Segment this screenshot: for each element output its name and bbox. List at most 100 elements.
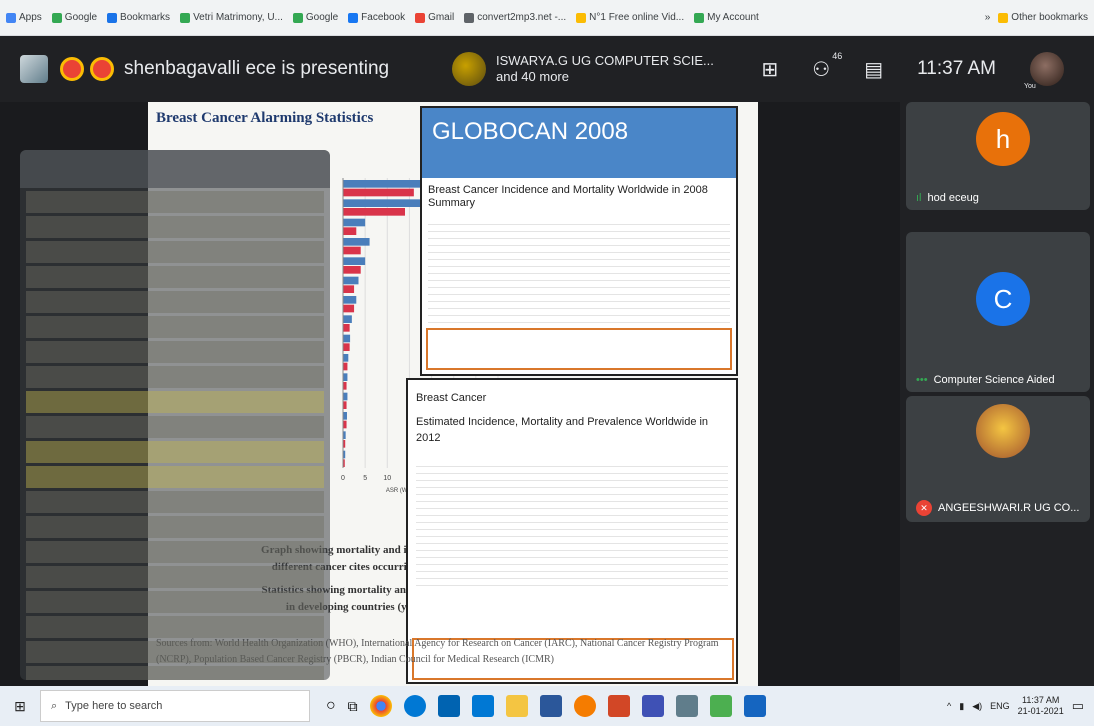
table-row [416, 488, 728, 495]
overlay-row [26, 616, 324, 638]
participant-avatar: h [976, 112, 1030, 166]
table-row [428, 267, 730, 274]
table-row [416, 467, 728, 474]
bookmark-convert2mp3[interactable]: convert2mp3.net -... [464, 12, 566, 23]
participant-name: Computer Science Aided [933, 374, 1055, 386]
bar-incidence [343, 412, 347, 420]
presenter-chip[interactable]: ISWARYA.G UG COMPUTER SCIE... and 40 mor… [452, 52, 714, 86]
overlay-row [26, 666, 324, 680]
bar-incidence [343, 238, 370, 246]
c12-rows [416, 460, 728, 586]
bar-mortality [343, 343, 350, 351]
overlay-row [26, 266, 324, 288]
table-row [416, 516, 728, 523]
windows-taskbar: ⊞ ⌕ Type here to search ○ ⧉ ^ ▮ ◀) ENG 1… [0, 686, 1094, 726]
word-icon[interactable] [539, 695, 562, 717]
bookmark-gmail[interactable]: Gmail [415, 12, 454, 23]
google-icon [180, 12, 191, 23]
chrome-icon[interactable] [369, 695, 392, 717]
participant-tile[interactable]: h ıl hod eceug [906, 102, 1090, 210]
overlay-row [26, 641, 324, 663]
table-row [416, 509, 728, 516]
overlay-row [26, 566, 324, 588]
network-icon[interactable]: ▮ [959, 701, 964, 712]
bar-mortality [343, 382, 347, 390]
app-icon[interactable] [743, 695, 766, 717]
app-icon[interactable] [641, 695, 664, 717]
presenting-title: shenbagavalli ece is presenting [124, 58, 390, 79]
tray-chevron-icon[interactable]: ^ [947, 701, 951, 711]
table-row [428, 260, 730, 267]
self-avatar[interactable]: You [1024, 52, 1064, 90]
presenter-avatar [452, 52, 486, 86]
overlay-row [26, 491, 324, 513]
folder-icon [998, 12, 1009, 23]
participant-avatar-photo [976, 404, 1030, 458]
bar-mortality [343, 324, 350, 332]
table-row [416, 481, 728, 488]
c12-title-1: Breast Cancer [416, 392, 487, 404]
search-icon: ⌕ [51, 699, 58, 712]
globe-icon [464, 12, 475, 23]
explorer-icon[interactable] [505, 695, 528, 717]
bookmark-google[interactable]: Google [51, 12, 97, 23]
bookmark-bookmarks[interactable]: Bookmarks [107, 12, 170, 23]
recording-icon[interactable] [60, 57, 84, 81]
volume-icon[interactable]: ◀) [972, 701, 982, 712]
other-bookmarks[interactable]: Other bookmarks [998, 12, 1088, 23]
people-button[interactable]: ⚇ 46 [812, 51, 842, 82]
edge-icon[interactable] [403, 695, 426, 717]
chrome-active-icon[interactable] [573, 695, 596, 717]
bar-incidence [343, 354, 349, 362]
globocan-subtitle: Breast Cancer Incidence and Mortality Wo… [428, 184, 708, 209]
mic-off-icon: ✕ [916, 500, 932, 516]
app-icon[interactable] [709, 695, 732, 717]
layout-grid-icon[interactable]: ⊞ [762, 57, 779, 82]
table-row [428, 218, 730, 225]
overlay-row [26, 366, 324, 388]
bar-mortality [343, 208, 405, 216]
mail-icon[interactable] [471, 695, 494, 717]
more-options-icon[interactable]: ••• [916, 374, 928, 386]
app-icon[interactable] [675, 695, 698, 717]
taskbar-search[interactable]: ⌕ Type here to search [40, 690, 310, 722]
cortana-icon[interactable]: ○ [326, 697, 336, 715]
tray-time: 11:37 AM [1022, 695, 1060, 705]
language-indicator[interactable]: ENG [990, 701, 1010, 711]
gmail-icon [415, 12, 426, 23]
table-row [416, 579, 728, 586]
google-icon [694, 12, 705, 23]
presenter-name: ISWARYA.G UG COMPUTER SCIE... [496, 53, 714, 68]
bookmark-vetri[interactable]: Vetri Matrimony, U... [180, 12, 283, 23]
overlay-header [20, 150, 330, 188]
bar-incidence [343, 373, 348, 381]
tray-clock[interactable]: 11:37 AM 21-01-2021 [1018, 695, 1064, 717]
table-row [416, 551, 728, 558]
task-view-icon[interactable]: ⧉ [348, 698, 358, 715]
participant-name: hod eceug [927, 192, 979, 204]
participant-tile[interactable]: ✕ ANGEESHWARI.R UG CO... [906, 396, 1090, 522]
table-row [428, 302, 730, 309]
chat-icon[interactable]: ▤ [864, 57, 883, 82]
bookmark-google-2[interactable]: Google [292, 12, 338, 23]
bookmark-apps[interactable]: Apps [6, 12, 42, 23]
windows-start-icon[interactable]: ⊞ [0, 686, 40, 726]
more-bookmarks-button[interactable]: » [985, 12, 991, 23]
powerpoint-icon[interactable] [607, 695, 630, 717]
search-placeholder: Type here to search [65, 700, 163, 712]
participant-tile[interactable]: C ••• Computer Science Aided [906, 232, 1090, 392]
bar-mortality [343, 266, 361, 274]
recording-icon-2[interactable] [90, 57, 114, 81]
store-icon[interactable] [437, 695, 460, 717]
table-row [416, 502, 728, 509]
bookmark-my-account[interactable]: My Account [694, 12, 759, 23]
meet-top-bar: shenbagavalli ece is presenting ISWARYA.… [0, 36, 1094, 102]
people-icon: ⚇ [812, 58, 831, 81]
extension-icon[interactable] [20, 55, 48, 83]
overlay-row [26, 241, 324, 263]
presenter-more: and 40 more [496, 69, 569, 84]
bookmark-facebook[interactable]: Facebook [348, 12, 405, 23]
table-row [428, 225, 730, 232]
bookmark-free-video[interactable]: N°1 Free online Vid... [576, 12, 684, 23]
notification-icon[interactable]: ▭ [1072, 698, 1084, 714]
